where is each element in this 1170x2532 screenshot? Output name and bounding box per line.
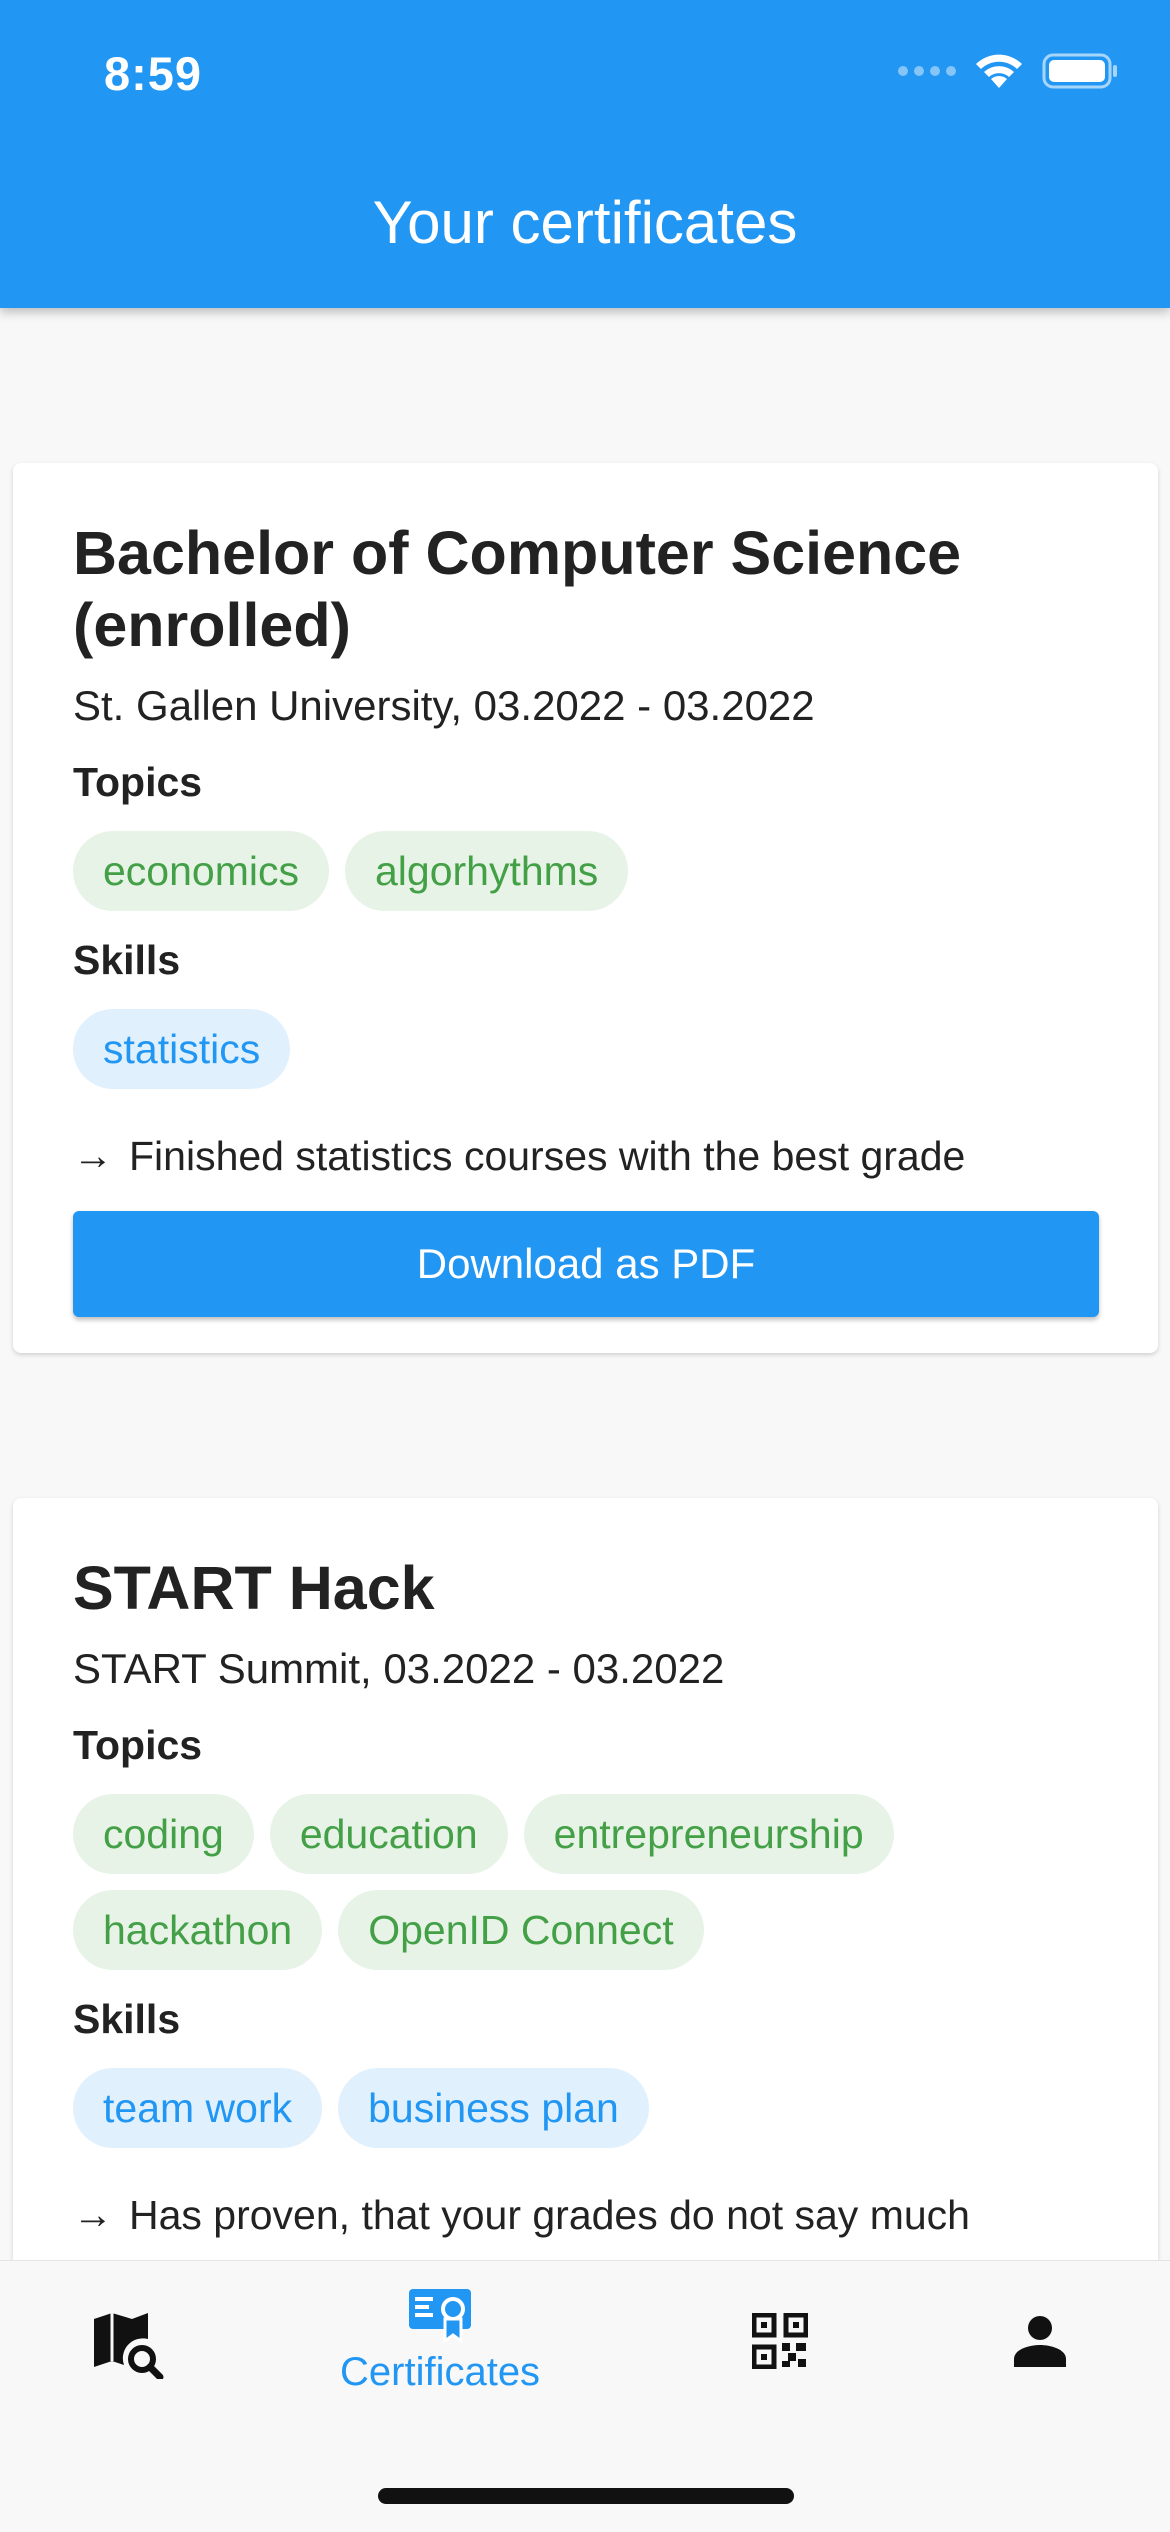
skill-chip: team work (73, 2068, 323, 2148)
status-icons (898, 52, 1118, 90)
topic-chips: coding education entrepreneurship hackat… (73, 1794, 1098, 1970)
topic-chip: OpenID Connect (338, 1890, 704, 1970)
status-time: 8:59 (104, 47, 203, 100)
achievement-text: Has proven, that your grades do not say … (129, 2192, 970, 2238)
nav-item-qr-code[interactable] (751, 2312, 809, 2374)
app-bar: 8:59 Your certificates (0, 0, 1170, 308)
certificate-card: Bachelor of Computer Science (enrolled) … (13, 463, 1158, 1353)
certificate-title: Bachelor of Computer Science (enrolled) (73, 519, 962, 659)
achievement-note: → Finished statistics courses with the b… (73, 1129, 1098, 1183)
cellular-signal-icon (898, 66, 956, 76)
download-pdf-button[interactable]: Download as PDF (73, 1211, 1099, 1317)
certificate-issuer-dates: St. Gallen University, 03.2022 - 03.2022 (73, 682, 815, 729)
topic-chips: economics algorhythms (73, 831, 1098, 911)
topic-chip: algorhythms (344, 831, 629, 911)
arrow-right-icon: → (73, 2193, 113, 2237)
certificate-icon (409, 2289, 472, 2344)
wifi-icon (976, 54, 1022, 88)
certificate-issuer-dates: START Summit, 03.2022 - 03.2022 (73, 1645, 725, 1692)
certificate-list[interactable]: Bachelor of Computer Science (enrolled) … (0, 308, 1170, 2260)
skill-chips: team work business plan (73, 2068, 1098, 2148)
skills-label: Skills (73, 1996, 181, 2042)
person-icon (1014, 2316, 1066, 2367)
topics-label: Topics (73, 759, 203, 805)
map-search-icon (94, 2313, 164, 2381)
topics-label: Topics (73, 1722, 203, 1768)
skill-chip: statistics (73, 1009, 291, 1089)
battery-icon (1042, 53, 1117, 89)
achievement-text: Finished statistics courses with the bes… (129, 1133, 966, 1179)
skill-chip: business plan (338, 2068, 649, 2148)
topic-chip: coding (73, 1794, 254, 1874)
certificate-title: START Hack (73, 1554, 435, 1622)
arrow-right-icon: → (73, 1134, 113, 1178)
skill-chips: statistics (73, 1009, 1098, 1089)
page-title: Your certificates (372, 189, 798, 256)
topic-chip: entrepreneurship (523, 1794, 894, 1874)
certificate-card: START Hack START Summit, 03.2022 - 03.20… (13, 1498, 1158, 2260)
achievement-note: → Has proven, that your grades do not sa… (73, 2188, 1098, 2242)
topic-chip: education (269, 1794, 508, 1874)
topic-chip: economics (73, 831, 329, 911)
skills-label: Skills (73, 937, 181, 983)
nav-item-explore[interactable] (90, 2309, 164, 2384)
home-indicator (378, 2488, 794, 2504)
qr-code-icon (751, 2312, 809, 2370)
topic-chip: hackathon (73, 1890, 323, 1970)
nav-label-certificates: Certificates (340, 2350, 541, 2394)
nav-item-certificates[interactable]: Certificates (340, 2287, 540, 2395)
nav-item-profile[interactable] (1012, 2315, 1068, 2372)
